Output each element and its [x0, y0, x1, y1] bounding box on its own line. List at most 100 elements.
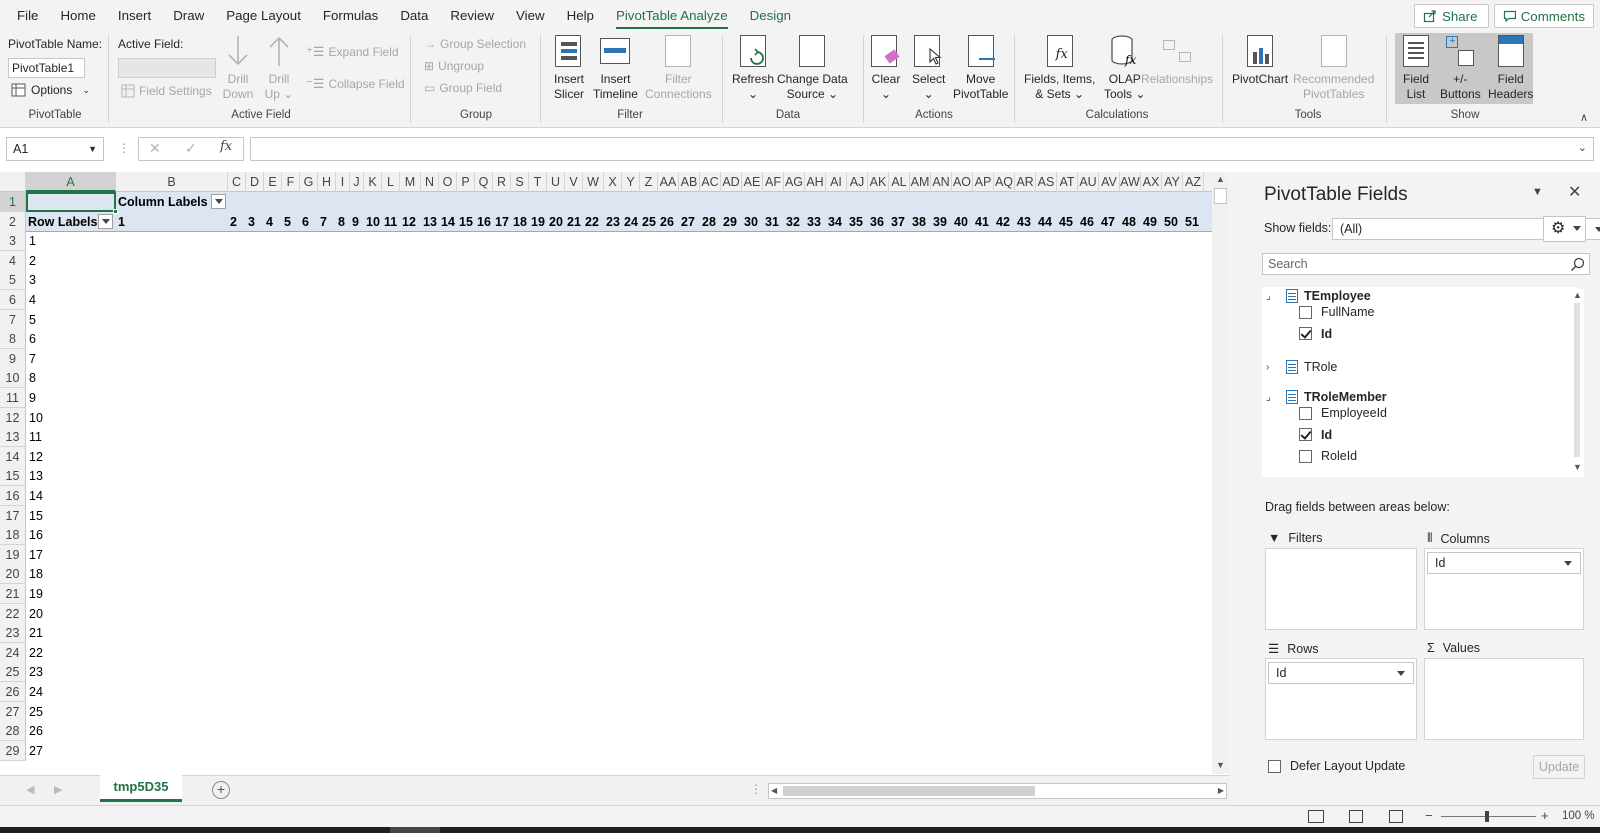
row-value-cell[interactable]: 25	[29, 702, 43, 722]
scroll-thumb[interactable]	[1574, 303, 1580, 457]
column-labels-header[interactable]: Column Labels	[118, 192, 208, 212]
tab-draw[interactable]: Draw	[162, 0, 215, 31]
column-value-cell[interactable]: 23	[606, 212, 622, 232]
column-labels-filter-button[interactable]	[211, 194, 226, 209]
table-trolemember[interactable]: ⌟ TRoleMember	[1266, 390, 1387, 404]
column-value-cell[interactable]: 50	[1164, 212, 1183, 232]
row-header-29[interactable]: 29	[0, 740, 26, 761]
column-header-ae[interactable]: AE	[742, 172, 763, 192]
row-value-cell[interactable]: 15	[29, 506, 43, 526]
tab-pivottable-analyze[interactable]: PivotTable Analyze	[605, 0, 739, 31]
defer-checkbox[interactable]	[1268, 759, 1281, 773]
row-value-cell[interactable]: 14	[29, 486, 43, 506]
column-header-ah[interactable]: AH	[805, 172, 826, 192]
field-trolemember-roleid[interactable]: RoleId	[1299, 449, 1357, 463]
row-header-22[interactable]: 22	[0, 603, 26, 624]
row-header-11[interactable]: 11	[0, 388, 26, 408]
row-value-cell[interactable]: 9	[29, 388, 36, 408]
row-value-cell[interactable]: 2	[29, 251, 36, 271]
cancel-icon[interactable]: ✕	[149, 140, 161, 157]
column-value-cell[interactable]: 43	[1017, 212, 1036, 232]
row-header-1[interactable]: 1	[0, 192, 26, 212]
column-value-cell[interactable]: 28	[702, 212, 721, 232]
column-header-af[interactable]: AF	[763, 172, 784, 192]
zoom-out-icon[interactable]: −	[1425, 808, 1433, 823]
column-value-cell[interactable]: 48	[1122, 212, 1141, 232]
taskbar-item[interactable]	[390, 827, 440, 833]
drill-up-button[interactable]: Drill Up ⌄	[263, 34, 295, 102]
column-header-ac[interactable]: AC	[700, 172, 721, 192]
column-value-cell[interactable]: 51	[1185, 212, 1204, 232]
row-value-cell[interactable]: 18	[29, 564, 43, 584]
field-settings-button[interactable]: Field Settings	[121, 84, 212, 98]
field-temployee-fullname[interactable]: FullName	[1299, 305, 1375, 319]
row-value-cell[interactable]: 22	[29, 643, 43, 663]
values-area[interactable]	[1424, 658, 1584, 740]
refresh-button[interactable]: Refresh ⌄	[732, 34, 774, 102]
active-field-input[interactable]	[118, 58, 216, 78]
row-value-cell[interactable]: 24	[29, 682, 43, 702]
field-checkbox[interactable]	[1299, 449, 1312, 463]
column-header-a[interactable]: A	[26, 172, 116, 192]
row-header-12[interactable]: 12	[0, 407, 26, 428]
row-header-8[interactable]: 8	[0, 329, 26, 350]
column-value-cell[interactable]: 12	[402, 212, 421, 232]
recommended-pivottables-button[interactable]: Recommended PivotTables	[1293, 34, 1374, 102]
row-header-28[interactable]: 28	[0, 721, 26, 742]
row-header-7[interactable]: 7	[0, 309, 26, 330]
olap-tools-button[interactable]: fx OLAP Tools ⌄	[1104, 34, 1145, 102]
column-header-w[interactable]: W	[583, 172, 604, 192]
fill-handle[interactable]	[113, 209, 118, 214]
row-header-15[interactable]: 15	[0, 466, 26, 487]
column-value-cell[interactable]: 30	[744, 212, 763, 232]
column-value-cell[interactable]: 47	[1101, 212, 1120, 232]
columns-field-id[interactable]: Id	[1427, 552, 1581, 574]
row-header-2[interactable]: 2	[0, 211, 26, 232]
clear-button[interactable]: Clear ⌄	[870, 34, 902, 102]
row-header-23[interactable]: 23	[0, 623, 26, 644]
tab-view[interactable]: View	[505, 0, 556, 31]
column-header-au[interactable]: AU	[1078, 172, 1099, 192]
formula-input[interactable]: ⌄	[250, 137, 1594, 161]
column-header-ar[interactable]: AR	[1015, 172, 1036, 192]
column-value-cell[interactable]: 8	[338, 212, 350, 232]
column-header-i[interactable]: I	[336, 172, 350, 192]
selected-cell-a1[interactable]	[26, 192, 116, 212]
page-layout-view-icon[interactable]	[1349, 810, 1363, 823]
field-search-input[interactable]: Search	[1262, 253, 1590, 275]
rows-area[interactable]: Id	[1265, 658, 1417, 740]
column-value-cell[interactable]: 26	[660, 212, 679, 232]
scroll-down-icon[interactable]: ▼	[1216, 760, 1225, 770]
field-checkbox[interactable]	[1299, 406, 1312, 420]
field-checkbox[interactable]	[1299, 428, 1312, 441]
column-header-aq[interactable]: AQ	[994, 172, 1015, 192]
column-header-aw[interactable]: AW	[1120, 172, 1141, 192]
column-header-v[interactable]: V	[565, 172, 583, 192]
tab-file[interactable]: File	[6, 0, 49, 31]
row-header-4[interactable]: 4	[0, 250, 26, 271]
select-button[interactable]: Select ⌄	[912, 34, 945, 102]
row-header-10[interactable]: 10	[0, 368, 26, 389]
zoom-slider-thumb[interactable]	[1485, 811, 1489, 822]
column-header-k[interactable]: K	[364, 172, 382, 192]
ungroup-button[interactable]: ⊞ Ungroup	[424, 59, 484, 73]
column-header-u[interactable]: U	[547, 172, 565, 192]
column-value-cell[interactable]: 10	[366, 212, 382, 232]
row-header-6[interactable]: 6	[0, 290, 26, 310]
column-header-d[interactable]: D	[246, 172, 264, 192]
column-value-cell[interactable]: 31	[765, 212, 784, 232]
field-trolemember-id[interactable]: Id	[1299, 428, 1332, 442]
filters-area[interactable]	[1265, 548, 1417, 630]
tab-review[interactable]: Review	[439, 0, 505, 31]
column-value-cell[interactable]: 32	[786, 212, 805, 232]
row-header-24[interactable]: 24	[0, 642, 26, 663]
tab-formulas[interactable]: Formulas	[312, 0, 389, 31]
field-headers-button[interactable]: Field Headers	[1488, 34, 1533, 102]
field-trolemember-employeeid[interactable]: EmployeeId	[1299, 406, 1387, 420]
column-value-cell[interactable]: 7	[320, 212, 336, 232]
tab-page-layout[interactable]: Page Layout	[215, 0, 312, 31]
row-value-cell[interactable]: 21	[29, 623, 43, 643]
scroll-down-icon[interactable]: ▼	[1573, 462, 1582, 472]
move-pivottable-button[interactable]: Move PivotTable	[953, 34, 1008, 102]
tab-home[interactable]: Home	[49, 0, 106, 31]
